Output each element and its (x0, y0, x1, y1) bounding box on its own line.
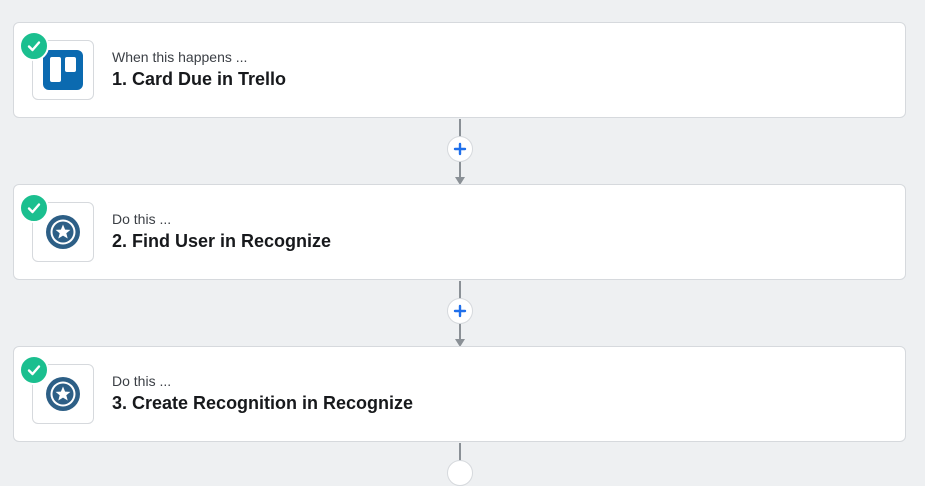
recognize-icon (46, 215, 80, 249)
step-card-1[interactable]: When this happens ... 1. Card Due in Tre… (13, 22, 906, 118)
step-label: Do this ... (112, 373, 172, 389)
connector-line (459, 324, 461, 340)
step-card-2[interactable]: Do this ... 2. Find User in Recognize (13, 184, 906, 280)
recognize-icon (46, 377, 80, 411)
connector-line (459, 281, 461, 299)
step-label: When this happens ... (112, 49, 248, 65)
trello-app-icon (19, 31, 94, 100)
step-card-3[interactable]: Do this ... 3. Create Recognition in Rec… (13, 346, 906, 442)
plus-icon (453, 304, 467, 318)
recognize-app-icon (19, 355, 94, 424)
add-step-button[interactable] (447, 460, 473, 486)
check-icon (19, 193, 49, 223)
step-title: 2. Find User in Recognize (112, 231, 332, 251)
add-step-button[interactable] (447, 298, 473, 324)
step-title: 1. Card Due in Trello (112, 69, 287, 89)
connector-line (459, 162, 461, 178)
connector-line (459, 119, 461, 137)
add-step-button[interactable] (447, 136, 473, 162)
trello-icon (43, 50, 83, 90)
step-title: 3. Create Recognition in Recognize (112, 393, 414, 413)
recognize-app-icon (19, 193, 94, 262)
plus-icon (453, 142, 467, 156)
check-icon (19, 355, 49, 385)
step-label: Do this ... (112, 211, 172, 227)
check-icon (19, 31, 49, 61)
